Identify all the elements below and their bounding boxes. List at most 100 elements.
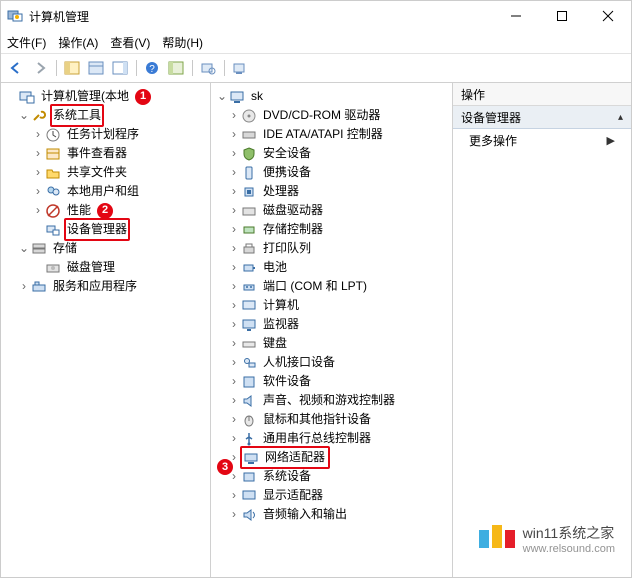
device-root[interactable]: ⌄ sk xyxy=(213,87,450,106)
mid-pane[interactable]: 3 ⌄ sk ›DVD/CD-ROM 驱动器 ›IDE ATA/ATAPI 控制… xyxy=(211,83,453,578)
back-button[interactable] xyxy=(5,57,27,79)
chevron-right-icon[interactable]: › xyxy=(17,277,31,296)
dev-audio[interactable]: ›音频输入和输出 xyxy=(213,505,450,524)
chevron-down-icon[interactable]: ⌄ xyxy=(215,87,229,106)
chevron-right-icon[interactable]: › xyxy=(31,201,45,220)
toolbar-separator xyxy=(189,57,195,79)
tree-performance[interactable]: › 性能 2 xyxy=(3,201,208,220)
tree-label: 打印队列 xyxy=(261,239,313,258)
chevron-right-icon[interactable]: › xyxy=(227,106,241,125)
dev-software[interactable]: ›软件设备 xyxy=(213,372,450,391)
chevron-right-icon[interactable]: › xyxy=(31,182,45,201)
chevron-right-icon[interactable]: › xyxy=(227,258,241,277)
dev-mouse[interactable]: ›鼠标和其他指针设备 xyxy=(213,410,450,429)
chevron-right-icon[interactable]: › xyxy=(227,353,241,372)
tree-label: 系统工具 xyxy=(50,104,104,127)
chevron-right-icon[interactable]: › xyxy=(227,429,241,448)
dev-monitor[interactable]: › 监视器 xyxy=(213,315,450,334)
dev-keyboard[interactable]: ›键盘 xyxy=(213,334,450,353)
add-device-button[interactable] xyxy=(229,57,251,79)
chevron-down-icon[interactable]: ⌄ xyxy=(17,239,31,258)
dev-sound[interactable]: ›声音、视频和游戏控制器 xyxy=(213,391,450,410)
tree-label: 共享文件夹 xyxy=(65,163,129,182)
tree-label: 服务和应用程序 xyxy=(51,277,139,296)
export-button[interactable] xyxy=(109,57,131,79)
menu-view[interactable]: 查看(V) xyxy=(110,34,150,51)
dev-portable[interactable]: ›便携设备 xyxy=(213,163,450,182)
chevron-down-icon[interactable]: ⌄ xyxy=(17,106,31,125)
chevron-right-icon[interactable]: › xyxy=(227,220,241,239)
chevron-right-icon[interactable]: › xyxy=(227,410,241,429)
actions-more[interactable]: 更多操作 ▶ xyxy=(453,129,631,151)
chevron-right-icon[interactable]: › xyxy=(227,277,241,296)
menu-help[interactable]: 帮助(H) xyxy=(162,34,203,51)
tree-root[interactable]: › 计算机管理(本地 1 xyxy=(3,87,208,106)
properties-button[interactable] xyxy=(85,57,107,79)
chevron-right-icon[interactable]: › xyxy=(227,201,241,220)
tree-device-manager[interactable]: › 设备管理器 xyxy=(3,220,208,239)
audio-icon xyxy=(241,507,257,523)
chevron-right-icon[interactable]: › xyxy=(227,125,241,144)
dev-cpu[interactable]: ›处理器 xyxy=(213,182,450,201)
tree-shared-folders[interactable]: › 共享文件夹 xyxy=(3,163,208,182)
annotation-badge-1: 1 xyxy=(135,89,151,105)
dev-security[interactable]: ›安全设备 xyxy=(213,144,450,163)
portable-icon xyxy=(241,165,257,181)
chevron-right-icon[interactable]: › xyxy=(227,334,241,353)
menu-file[interactable]: 文件(F) xyxy=(7,34,46,51)
help-button[interactable]: ? xyxy=(141,57,163,79)
tree-task-scheduler[interactable]: › 任务计划程序 xyxy=(3,125,208,144)
dev-ports[interactable]: ›端口 (COM 和 LPT) xyxy=(213,277,450,296)
app-icon xyxy=(7,8,23,24)
minimize-button[interactable] xyxy=(493,1,539,31)
tree-label: 存储控制器 xyxy=(261,220,325,239)
tree-disk-mgmt[interactable]: › 磁盘管理 xyxy=(3,258,208,277)
chevron-right-icon[interactable]: › xyxy=(227,144,241,163)
chevron-right-icon[interactable]: › xyxy=(227,391,241,410)
dev-hid[interactable]: ›人机接口设备 xyxy=(213,353,450,372)
dev-battery[interactable]: › 电池 xyxy=(213,258,450,277)
refresh-button[interactable] xyxy=(165,57,187,79)
tree-services-apps[interactable]: › 服务和应用程序 xyxy=(3,277,208,296)
chevron-right-icon[interactable]: › xyxy=(227,163,241,182)
dev-computer[interactable]: › 计算机 xyxy=(213,296,450,315)
menu-action[interactable]: 操作(A) xyxy=(58,34,98,51)
submenu-arrow-icon: ▶ xyxy=(607,134,615,147)
forward-button[interactable] xyxy=(29,57,51,79)
dev-storage-ctrl[interactable]: › 存储控制器 xyxy=(213,220,450,239)
maximize-button[interactable] xyxy=(539,1,585,31)
dev-disk[interactable]: ›磁盘驱动器 xyxy=(213,201,450,220)
chevron-right-icon[interactable]: › xyxy=(31,163,45,182)
tree-local-users[interactable]: › 本地用户和组 xyxy=(3,182,208,201)
chevron-right-icon[interactable]: › xyxy=(227,372,241,391)
chevron-right-icon[interactable]: › xyxy=(31,125,45,144)
tree-label: 监视器 xyxy=(261,315,301,334)
chevron-right-icon[interactable]: › xyxy=(227,182,241,201)
show-hide-tree-button[interactable] xyxy=(61,57,83,79)
chevron-right-icon[interactable]: › xyxy=(227,296,241,315)
tree-system-tools[interactable]: ⌄ 系统工具 xyxy=(3,106,208,125)
pc-icon xyxy=(241,298,257,314)
dev-print[interactable]: › 打印队列 xyxy=(213,239,450,258)
dev-ide[interactable]: ›IDE ATA/ATAPI 控制器 xyxy=(213,125,450,144)
dev-dvd[interactable]: ›DVD/CD-ROM 驱动器 xyxy=(213,106,450,125)
close-button[interactable] xyxy=(585,1,631,31)
chevron-right-icon[interactable]: › xyxy=(227,239,241,258)
display-icon xyxy=(241,488,257,504)
tree-storage[interactable]: ⌄ 存储 xyxy=(3,239,208,258)
dev-display[interactable]: ›显示适配器 xyxy=(213,486,450,505)
annotation-badge-3: 3 xyxy=(217,459,233,475)
tree-label: 计算机 xyxy=(261,296,301,315)
chevron-blank-icon: › xyxy=(31,220,45,239)
chevron-right-icon[interactable]: › xyxy=(31,144,45,163)
chevron-right-icon[interactable]: › xyxy=(227,486,241,505)
dev-system[interactable]: ›系统设备 xyxy=(213,467,450,486)
chevron-right-icon[interactable]: › xyxy=(227,315,241,334)
scan-hardware-button[interactable] xyxy=(197,57,219,79)
dev-network[interactable]: › 网络适配器 xyxy=(213,448,450,467)
chevron-right-icon[interactable]: › xyxy=(227,505,241,524)
left-pane[interactable]: › 计算机管理(本地 1 ⌄ 系统工具 › 任务计划程序 › xyxy=(1,83,211,578)
actions-section[interactable]: 设备管理器 ▴ xyxy=(453,106,631,129)
tree-event-viewer[interactable]: › 事件查看器 xyxy=(3,144,208,163)
tree-label: 电池 xyxy=(261,258,289,277)
